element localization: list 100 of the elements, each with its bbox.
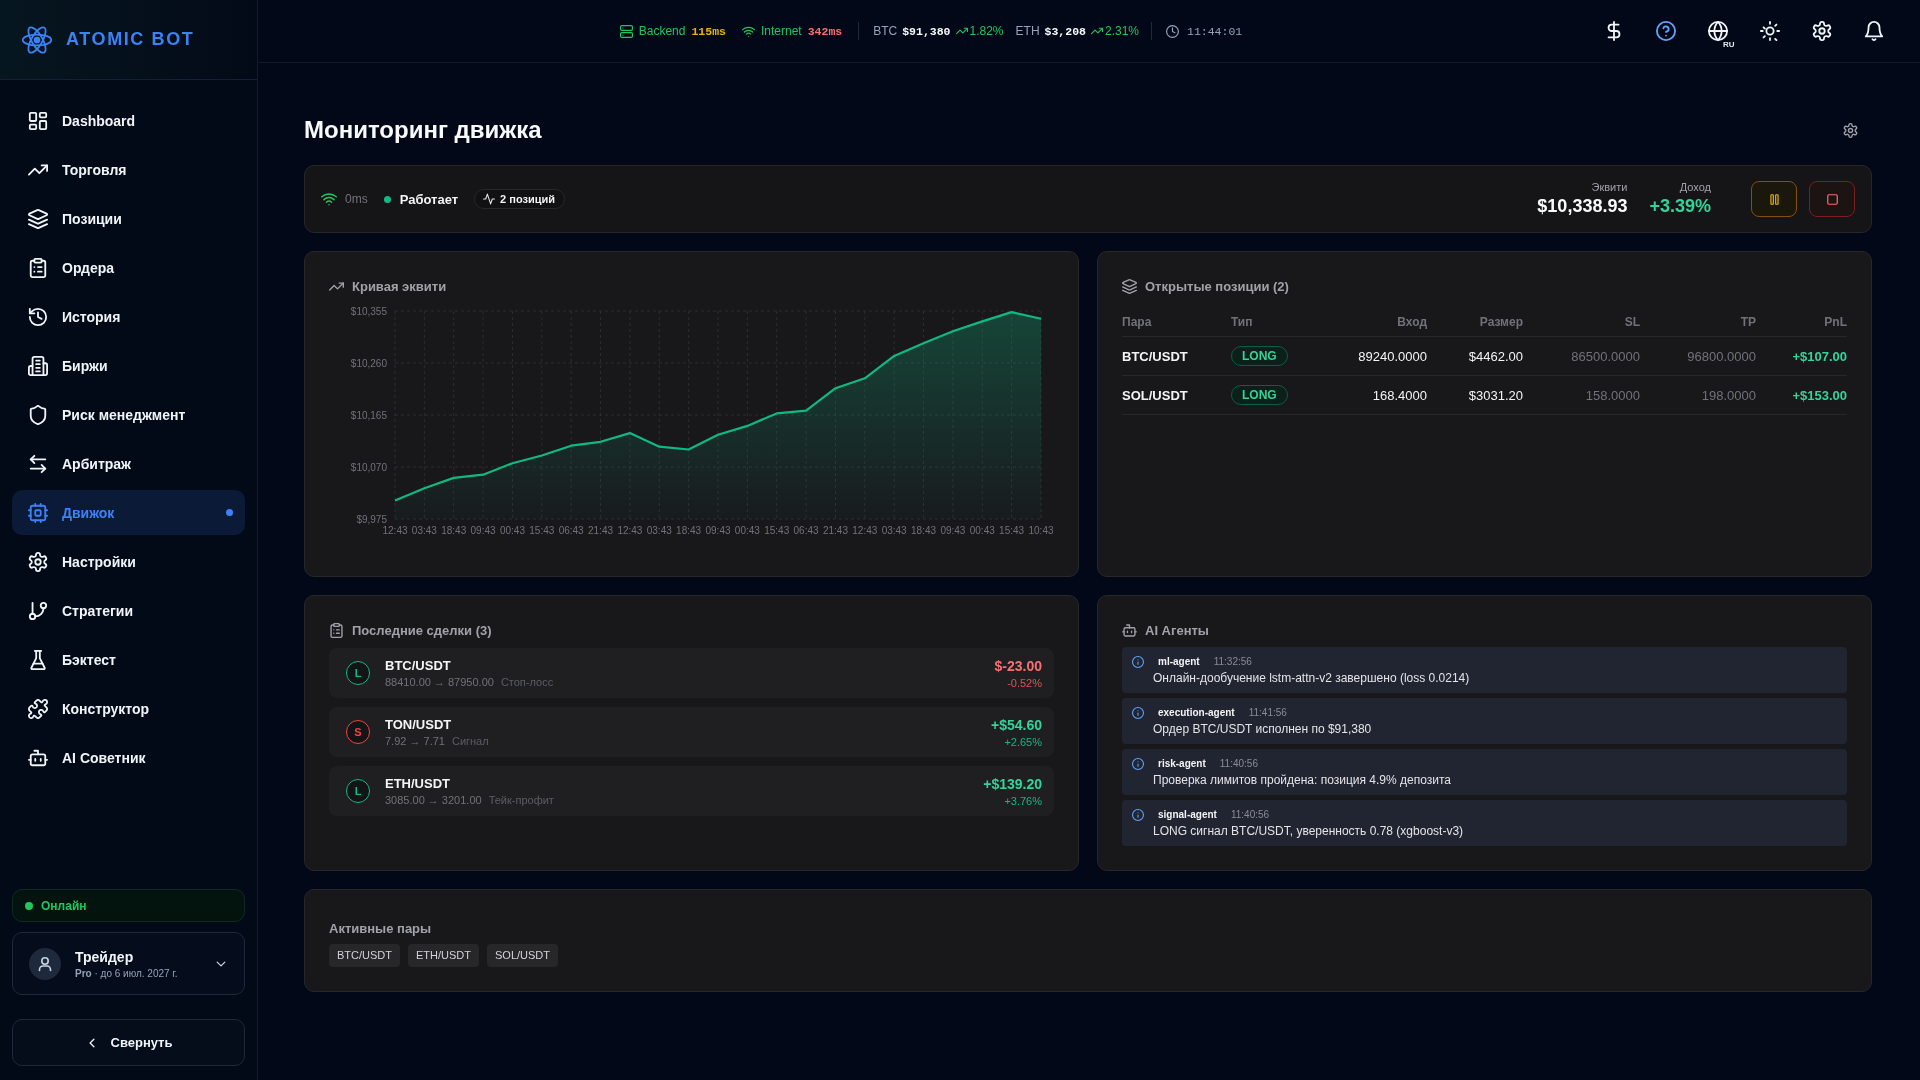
globe-icon[interactable] — [1708, 21, 1728, 41]
pulse-icon — [483, 193, 496, 205]
ticker-change: 1.82% — [969, 24, 1004, 38]
pause-button[interactable] — [1751, 181, 1797, 217]
shield-icon — [28, 404, 48, 425]
log-message: Онлайн-дообучение lstm-attn-v2 завершено (loss 0.0214) — [1153, 671, 1471, 685]
table-cell-text: 86500.0000 — [1570, 348, 1640, 364]
sidebar-item[interactable]: Ордера — [12, 245, 245, 290]
page-title: Мониторинг движка — [304, 116, 542, 144]
table-header: SL — [1623, 314, 1640, 329]
clock-icon — [1166, 24, 1179, 38]
sidebar-item[interactable]: Движок — [12, 490, 245, 535]
sidebar-item[interactable]: История — [12, 294, 245, 339]
pause-icon — [1767, 192, 1781, 206]
latency-value: 115ms — [691, 24, 726, 38]
ticker-price: $3,208 — [1044, 24, 1086, 38]
service-name: Backend — [638, 24, 686, 38]
log-time: 11:40:56 — [1219, 758, 1258, 769]
x-axis-label: 03:43 — [411, 525, 437, 536]
sidebar-item[interactable]: AI Советник — [12, 735, 245, 780]
agent-name: ml-agent — [1158, 656, 1200, 667]
table-cell-text: 96800.0000 — [1686, 348, 1756, 364]
sidebar-item[interactable]: Биржи — [12, 343, 245, 388]
x-axis-label: 18:43 — [441, 525, 467, 536]
log-message: LONG сигнал BTC/USDT, уверенность 0.78 (xgboost-v3) — [1153, 824, 1465, 838]
log-time: 11:41:56 — [1248, 707, 1287, 718]
close-reason: Сигнал — [451, 735, 489, 747]
trade-pnl: +$139.20 — [983, 775, 1042, 792]
trade-prices: 88410.00 → 87950.00 — [385, 676, 494, 688]
y-axis-label: $10,070 — [350, 461, 387, 473]
ticker-change: 2.31% — [1104, 24, 1139, 38]
flask-icon — [28, 649, 48, 670]
info-icon — [1132, 808, 1144, 821]
app-logo-text: ATOMIC BOT — [66, 29, 195, 50]
side-indicator: L — [346, 661, 370, 685]
engine-state: Работает — [399, 191, 459, 207]
sidebar-item[interactable]: Риск менеджмент — [12, 392, 245, 437]
x-axis-label: 12:43 — [382, 525, 408, 536]
robot-icon — [1122, 622, 1137, 638]
collapse-button[interactable]: Свернуть — [12, 1019, 245, 1066]
pair-chip: BTC/USDT — [329, 944, 400, 967]
trade-pair: TON/USDT — [385, 717, 453, 732]
x-axis-label: 21:43 — [822, 525, 848, 536]
sidebar-item[interactable]: Конструктор — [12, 686, 245, 731]
agent-name: execution-agent — [1158, 707, 1235, 718]
x-axis-label: 00:43 — [499, 525, 525, 536]
settings-icon[interactable] — [1843, 122, 1858, 138]
pair-chip: SOL/USDT — [487, 944, 558, 967]
trade-prices: 3085.00 → 3201.00 — [385, 794, 482, 806]
info-icon — [1132, 655, 1144, 668]
robot-icon — [28, 747, 48, 768]
x-axis-label: 09:43 — [470, 525, 496, 536]
card-title: Открытые позиции (2) — [1145, 278, 1289, 294]
metric-label: Эквити — [1591, 181, 1628, 193]
sidebar-item[interactable]: Торговля — [12, 147, 245, 192]
agent-name: signal-agent — [1158, 809, 1217, 820]
log-time: 11:40:56 — [1230, 809, 1270, 820]
position-type-tag: LONG — [1231, 346, 1288, 366]
bell-icon[interactable] — [1864, 21, 1884, 41]
info-icon — [1132, 706, 1144, 719]
history-icon — [28, 306, 48, 327]
y-axis-label: $10,165 — [350, 409, 387, 421]
trend-up-icon — [1090, 25, 1103, 37]
table-cell-text: BTC/USDT — [1122, 348, 1189, 364]
layers-icon — [1122, 278, 1137, 294]
trade-prices: 7.92 → 7.71 — [385, 735, 445, 747]
help-icon[interactable] — [1656, 21, 1676, 41]
status-label: Онлайн — [41, 898, 87, 913]
arrows-icon — [28, 453, 48, 474]
x-axis-label: 21:43 — [588, 525, 614, 536]
profit-value: +3.39% — [1649, 196, 1711, 217]
x-axis-label: 18:43 — [911, 525, 937, 536]
clock-time: 11:44:01 — [1187, 24, 1243, 38]
x-axis-label: 12:43 — [617, 525, 643, 536]
sidebar-item[interactable]: Арбитраж — [12, 441, 245, 486]
table-cell-text: +$153.00 — [1791, 387, 1847, 403]
sidebar-item[interactable]: Настройки — [12, 539, 245, 584]
table-header: TP — [1739, 314, 1756, 329]
wifi-icon — [742, 24, 755, 38]
user-name: Трейдер — [75, 948, 135, 965]
sidebar-item[interactable]: Позиции — [12, 196, 245, 241]
sidebar-item[interactable]: Бэктест — [12, 637, 245, 682]
x-axis-label: 18:43 — [676, 525, 702, 536]
card-title: Активные пары — [329, 920, 432, 936]
x-axis-label: 00:43 — [734, 525, 760, 536]
log-time: 11:32:56 — [1213, 656, 1252, 667]
agent-name: risk-agent — [1158, 758, 1206, 769]
sun-icon[interactable] — [1760, 21, 1780, 41]
table-header: Пара — [1122, 314, 1153, 329]
layers-icon — [28, 208, 48, 229]
language-code: RU — [1723, 40, 1735, 49]
user-menu[interactable]: Трейдер Pro · до 6 июл. 2027 г. — [12, 932, 245, 995]
ticker-symbol: BTC — [873, 24, 898, 38]
trade-change: -0.52% — [1007, 676, 1042, 689]
sidebar-item[interactable]: Dashboard — [12, 98, 245, 143]
sidebar-item[interactable]: Стратегии — [12, 588, 245, 633]
stop-button[interactable] — [1809, 181, 1855, 217]
grid-icon — [28, 110, 48, 131]
info-icon — [1132, 757, 1144, 770]
wifi-icon — [321, 191, 337, 207]
